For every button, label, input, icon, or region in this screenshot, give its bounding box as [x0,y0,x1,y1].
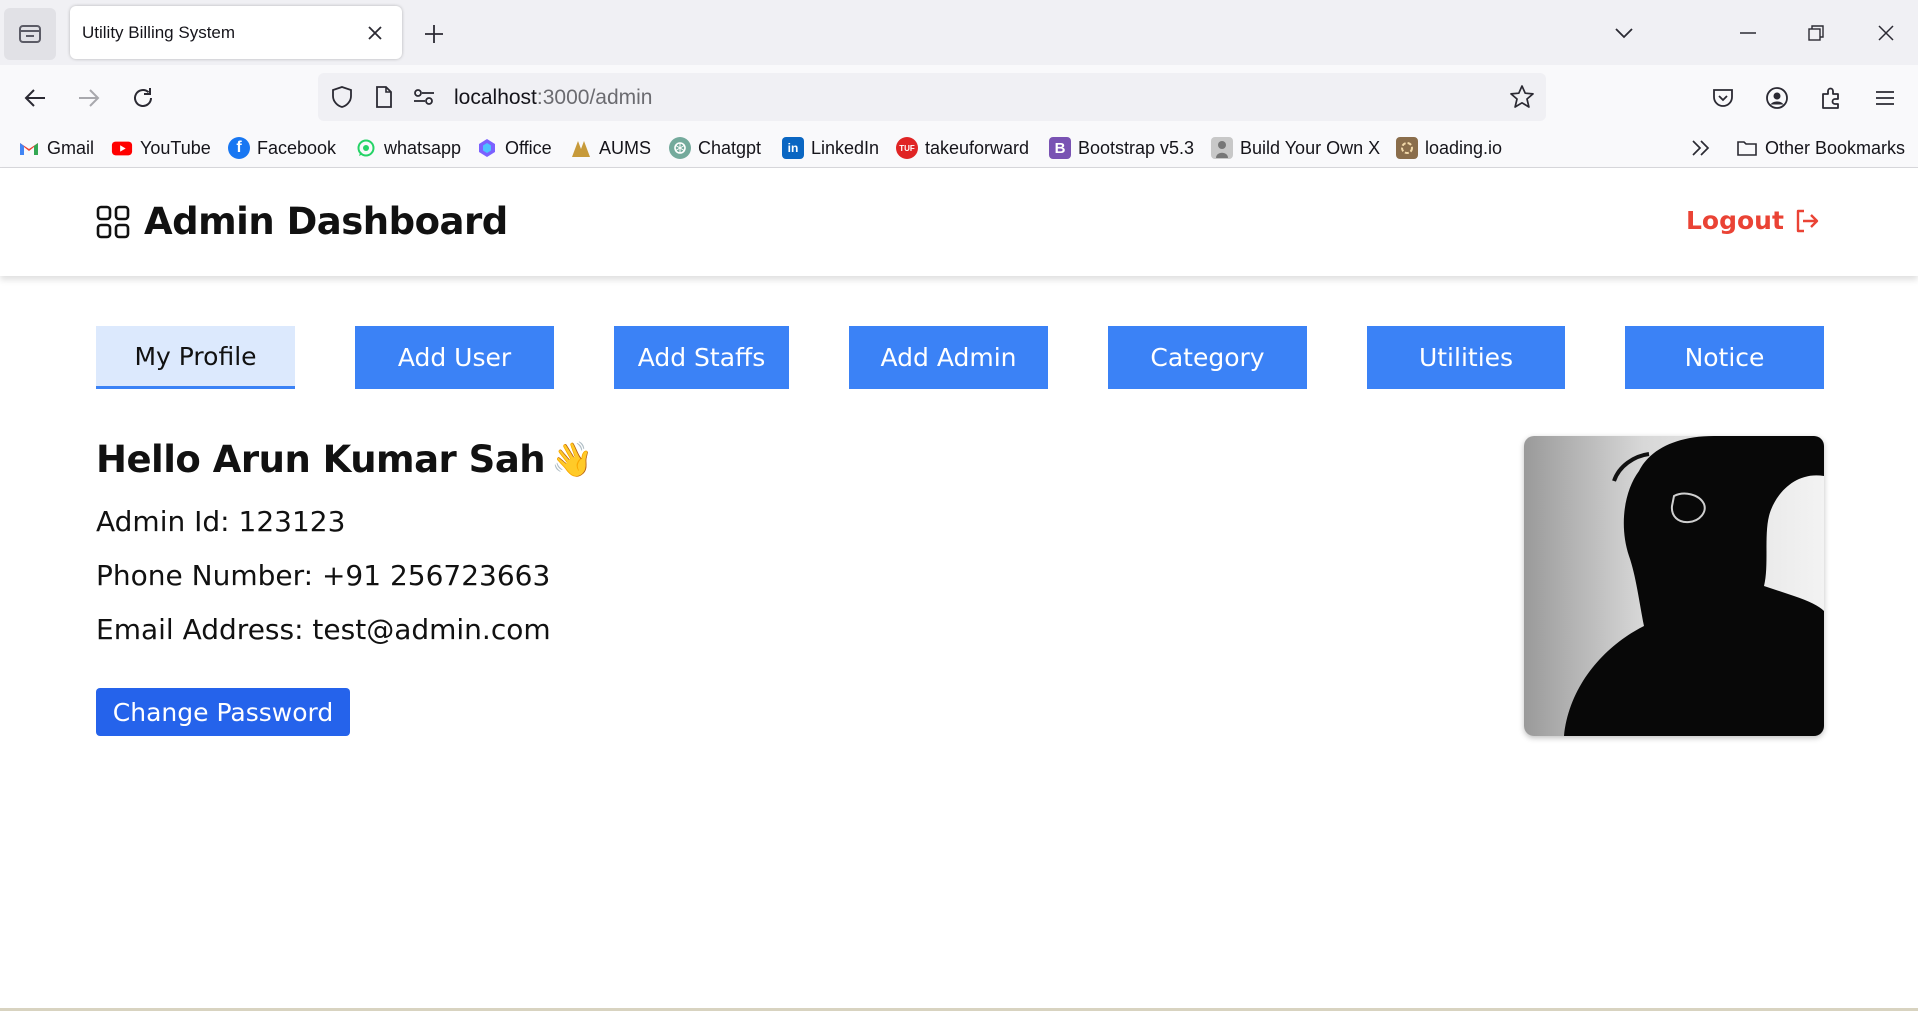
bookmark-chatgpt[interactable]: Chatgpt [669,135,761,161]
bookmark-label: Bootstrap v5.3 [1078,137,1195,158]
linkedin-icon: in [782,137,804,159]
restore-icon[interactable] [1796,14,1836,52]
tab-add-staffs[interactable]: Add Staffs [614,326,789,389]
tab-list-button[interactable] [4,8,56,60]
bookmark-bootstrap[interactable]: B Bootstrap v5.3 [1049,135,1194,161]
brand: Admin Dashboard [96,200,508,243]
loading-io-icon [1396,137,1418,159]
takeuforward-icon: TUF [896,137,918,159]
bookmark-facebook[interactable]: f Facebook [228,135,336,161]
bookmark-office[interactable]: Office [476,135,552,161]
tab-overview-icon [19,25,41,43]
tab-utilities[interactable]: Utilities [1367,326,1565,389]
change-password-button[interactable]: Change Password [96,688,350,736]
email-address: Email Address: test@admin.com [96,613,551,646]
bookmark-takeuforward[interactable]: TUF takeuforward [896,135,1029,161]
site-permissions-icon[interactable] [410,83,438,111]
bootstrap-icon: B [1049,137,1071,159]
bookmark-label: YouTube [140,137,211,158]
forward-icon[interactable] [70,79,108,117]
tab-list-chevron-icon[interactable] [1604,14,1644,52]
waving-hand-icon: 👋 [551,439,593,480]
logout-label: Logout [1686,206,1784,235]
bookmark-aums[interactable]: AUMS [570,135,651,161]
bookmarks-overflow-icon[interactable] [1690,135,1712,161]
browser-tab-strip: Utility Billing System [0,0,1918,65]
url-path: :3000/admin [536,86,653,109]
greeting-heading: Hello Arun Kumar Sah 👋 [96,438,593,481]
page-icon[interactable] [370,83,398,111]
bookmark-whatsapp[interactable]: whatsapp [355,135,461,161]
tab-category[interactable]: Category [1108,326,1307,389]
greeting-text: Hello Arun Kumar Sah [96,438,546,481]
bookmark-build-your-own-x[interactable]: Build Your Own X [1211,135,1380,161]
bookmark-loading-io[interactable]: loading.io [1396,135,1502,161]
url-host: localhost [454,86,537,109]
page-title: Admin Dashboard [144,200,508,243]
whatsapp-icon [355,137,377,159]
bookmark-label: Chatgpt [698,137,762,158]
chatgpt-icon [669,137,691,159]
page-header: Admin Dashboard Logout [0,168,1918,276]
dashboard-grid-icon [96,205,130,238]
facebook-icon: f [228,137,250,159]
close-tab-icon[interactable] [360,18,390,48]
bookmarks-bar: Gmail YouTube f Facebook whatsapp Office… [0,129,1918,168]
browser-nav-bar: localhost:3000/admin [0,65,1918,129]
back-icon[interactable] [16,79,54,117]
aums-icon [570,137,592,159]
bookmark-label: Facebook [257,137,337,158]
new-tab-icon[interactable] [418,18,450,50]
reload-icon[interactable] [124,79,162,117]
admin-id: Admin Id: 123123 [96,505,346,538]
bookmark-star-icon[interactable] [1508,83,1536,111]
tab-notice[interactable]: Notice [1625,326,1824,389]
folder-icon [1736,137,1758,159]
close-window-icon[interactable] [1866,14,1906,52]
bookmark-gmail[interactable]: Gmail [18,135,94,161]
bookmark-youtube[interactable]: YouTube [111,135,211,161]
bookmark-label: AUMS [599,137,652,158]
office-icon [476,137,498,159]
menu-icon[interactable] [1866,79,1904,117]
gmail-icon [18,137,40,159]
youtube-icon [111,137,133,159]
shield-icon[interactable] [328,83,356,111]
bookmark-label: Office [505,137,552,158]
bookmark-label: Build Your Own X [1240,137,1381,158]
minimize-icon[interactable] [1728,14,1768,52]
bookmark-label: whatsapp [384,137,462,158]
other-bookmarks-label: Other Bookmarks [1765,137,1906,158]
bookmark-label: takeuforward [925,137,1030,158]
logout-button[interactable]: Logout [1686,206,1820,235]
address-bar[interactable]: localhost:3000/admin [318,73,1546,121]
tab-my-profile[interactable]: My Profile [96,326,295,389]
build-your-own-x-icon [1211,137,1233,159]
bookmark-label: loading.io [1425,137,1503,158]
bookmark-label: LinkedIn [811,137,880,158]
pocket-icon[interactable] [1704,79,1742,117]
phone-number: Phone Number: +91 256723663 [96,559,551,592]
logout-icon [1796,209,1819,232]
bookmark-label: Gmail [47,137,95,158]
url-text[interactable]: localhost:3000/admin [454,86,652,110]
browser-tab[interactable]: Utility Billing System [70,6,402,59]
tab-title: Utility Billing System [82,22,236,42]
bookmark-linkedin[interactable]: in LinkedIn [782,135,879,161]
tab-add-user[interactable]: Add User [355,326,554,389]
avatar [1524,436,1824,736]
extensions-icon[interactable] [1812,79,1850,117]
tab-add-admin[interactable]: Add Admin [849,326,1048,389]
account-icon[interactable] [1758,79,1796,117]
other-bookmarks[interactable]: Other Bookmarks [1736,135,1905,161]
